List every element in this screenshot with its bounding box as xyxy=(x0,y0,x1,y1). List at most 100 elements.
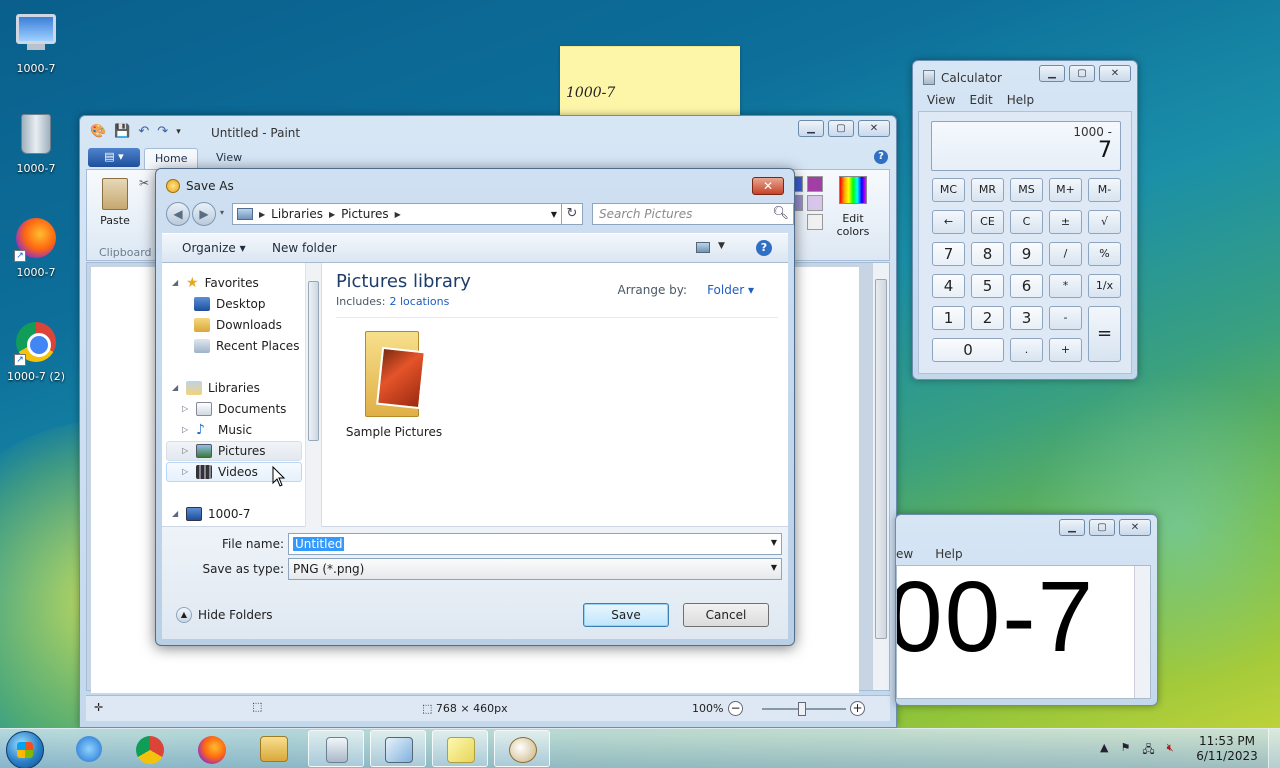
calc-key[interactable]: 9 xyxy=(1010,242,1043,266)
save-as-type-select[interactable]: PNG (*.png) ▼ xyxy=(288,558,782,580)
tree-item-documents[interactable]: ▷ Documents xyxy=(182,399,286,418)
sticky-note[interactable]: 1000-7 xyxy=(560,46,740,116)
taskbar-chrome[interactable] xyxy=(122,730,178,767)
calc-key[interactable]: / xyxy=(1049,242,1082,266)
volume-muted-icon[interactable]: 🔇︎ xyxy=(1167,741,1174,760)
vertical-scrollbar[interactable] xyxy=(872,263,889,690)
vertical-scrollbar[interactable] xyxy=(1134,566,1150,698)
zoom-slider[interactable] xyxy=(762,702,846,716)
calc-key[interactable]: % xyxy=(1088,242,1121,266)
calc-key[interactable]: 4 xyxy=(932,274,965,298)
calc-key[interactable]: - xyxy=(1049,306,1082,330)
address-dropdown-icon[interactable]: ▼ xyxy=(551,210,557,219)
taskbar-paint[interactable] xyxy=(494,730,550,767)
maximize-button[interactable]: ▢ xyxy=(828,120,854,137)
tree-item-favorites[interactable]: ◢ ★ Favorites xyxy=(172,273,259,292)
tree-item-music[interactable]: ▷ ♪ Music xyxy=(182,420,252,439)
taskbar-notepad[interactable] xyxy=(370,730,426,767)
desktop-icon-recycle-bin[interactable]: 1000-7 xyxy=(0,112,72,175)
show-desktop-button[interactable] xyxy=(1268,729,1280,768)
tree-item-recent-places[interactable]: Recent Places xyxy=(194,336,299,355)
desktop-icon-firefox[interactable]: ↗ 1000-7 xyxy=(0,216,72,279)
forward-button[interactable]: ▶ xyxy=(192,202,216,226)
calc-key[interactable]: . xyxy=(1010,338,1043,362)
view-dropdown-icon[interactable]: ▼ xyxy=(718,241,725,251)
tree-item-computer[interactable]: ◢ 1000-7 xyxy=(172,504,251,523)
start-button[interactable] xyxy=(6,731,44,768)
calc-key[interactable]: 8 xyxy=(971,242,1004,266)
color-swatch[interactable] xyxy=(807,176,823,192)
menu-help[interactable]: Help xyxy=(1007,93,1034,107)
taskbar-sticky-notes[interactable] xyxy=(432,730,488,767)
maximize-button[interactable]: ▢ xyxy=(1089,519,1115,536)
address-bar[interactable]: ▶ Libraries ▶ Pictures ▶ ▼ xyxy=(232,203,578,225)
calc-key[interactable]: ± xyxy=(1049,210,1082,234)
tree-item-pictures[interactable]: ▷ Pictures xyxy=(182,441,266,460)
cut-icon[interactable]: ✂ xyxy=(139,176,149,190)
calc-key[interactable]: C xyxy=(1010,210,1043,234)
tab-home[interactable]: Home xyxy=(144,148,199,169)
calc-key[interactable]: MS xyxy=(1010,178,1043,202)
tree-item-desktop[interactable]: Desktop xyxy=(194,294,266,313)
minimize-button[interactable]: ▁ xyxy=(1059,519,1085,536)
save-as-dialog[interactable]: Save As ✕ ◀ ▶ ▾ ▶ Libraries ▶ Pictures ▶… xyxy=(155,168,795,646)
dropdown-arrow-icon[interactable]: ▼ xyxy=(771,538,777,547)
minimize-button[interactable]: ▁ xyxy=(798,120,824,137)
maximize-button[interactable]: ▢ xyxy=(1069,65,1095,82)
calc-key[interactable]: 3 xyxy=(1010,306,1043,330)
paint-menu-button[interactable]: ▤ ▾ xyxy=(88,148,140,167)
new-folder-button[interactable]: New folder xyxy=(272,241,337,255)
help-icon[interactable]: ? xyxy=(756,240,772,256)
hide-folders-button[interactable]: ▲ Hide Folders xyxy=(176,607,273,623)
taskbar-internet-explorer[interactable] xyxy=(62,730,118,767)
network-icon[interactable]: 🖧︎ xyxy=(1142,741,1154,760)
customize-dropdown-icon[interactable]: ▾ xyxy=(176,127,181,137)
breadcrumb-pictures[interactable]: Pictures xyxy=(341,207,389,221)
paste-button[interactable]: Paste xyxy=(97,178,133,227)
search-input[interactable]: Search Pictures 🔍︎ xyxy=(592,203,794,225)
text-body[interactable]: 00-7 xyxy=(896,565,1151,699)
tree-item-libraries[interactable]: ◢ Libraries xyxy=(172,378,260,397)
calc-key[interactable]: ← xyxy=(932,210,965,234)
minimize-button[interactable]: ▁ xyxy=(1039,65,1065,82)
calc-key[interactable]: 7 xyxy=(932,242,965,266)
calc-key[interactable]: 2 xyxy=(971,306,1004,330)
menu-help[interactable]: Help xyxy=(935,547,962,561)
calc-key[interactable]: √ xyxy=(1088,210,1121,234)
taskbar-explorer[interactable] xyxy=(246,730,302,767)
taskbar-firefox[interactable] xyxy=(184,730,240,767)
arrange-by-dropdown[interactable]: Folder ▾ xyxy=(697,283,754,297)
menu-view[interactable]: View xyxy=(927,93,955,107)
zoom-in-button[interactable]: + xyxy=(850,701,865,716)
calc-key[interactable]: CE xyxy=(971,210,1004,234)
desktop-icon-chrome[interactable]: ↗ 1000-7 (2) xyxy=(0,320,72,383)
calc-key[interactable]: MR xyxy=(971,178,1004,202)
menu-edit[interactable]: Edit xyxy=(969,93,992,107)
help-icon[interactable]: ? xyxy=(874,150,888,164)
tab-view[interactable]: View xyxy=(206,148,252,169)
close-button[interactable]: ✕ xyxy=(1099,65,1131,82)
calculator-window[interactable]: Calculator ▁ ▢ ✕ View Edit Help 1000 - 7… xyxy=(912,60,1138,380)
calc-key[interactable]: = xyxy=(1088,306,1121,362)
text-window[interactable]: ▁ ▢ ✕ ew Help 00-7 xyxy=(895,514,1158,706)
calc-key[interactable]: 6 xyxy=(1010,274,1043,298)
calc-key[interactable]: MC xyxy=(932,178,965,202)
show-hidden-icons-icon[interactable]: ▲ xyxy=(1100,741,1108,760)
redo-icon[interactable]: ↷ xyxy=(157,124,168,139)
menu-view[interactable]: ew xyxy=(896,547,913,561)
calc-key[interactable]: 0 xyxy=(932,338,1004,362)
refresh-button[interactable]: ↻ xyxy=(561,203,583,225)
calc-key[interactable]: * xyxy=(1049,274,1082,298)
save-icon[interactable]: 💾 xyxy=(114,124,130,139)
dropdown-arrow-icon[interactable]: ▼ xyxy=(771,563,777,572)
breadcrumb-libraries[interactable]: Libraries xyxy=(271,207,323,221)
undo-icon[interactable]: ↶ xyxy=(138,124,149,139)
calc-key[interactable]: 1/x xyxy=(1088,274,1121,298)
tree-item-downloads[interactable]: Downloads xyxy=(194,315,282,334)
organize-button[interactable]: Organize ▾ xyxy=(182,241,246,255)
calc-key[interactable]: 1 xyxy=(932,306,965,330)
taskbar-calculator[interactable] xyxy=(308,730,364,767)
calc-key[interactable]: + xyxy=(1049,338,1082,362)
calc-key[interactable]: M- xyxy=(1088,178,1121,202)
folder-item[interactable]: Sample Pictures xyxy=(342,327,446,439)
